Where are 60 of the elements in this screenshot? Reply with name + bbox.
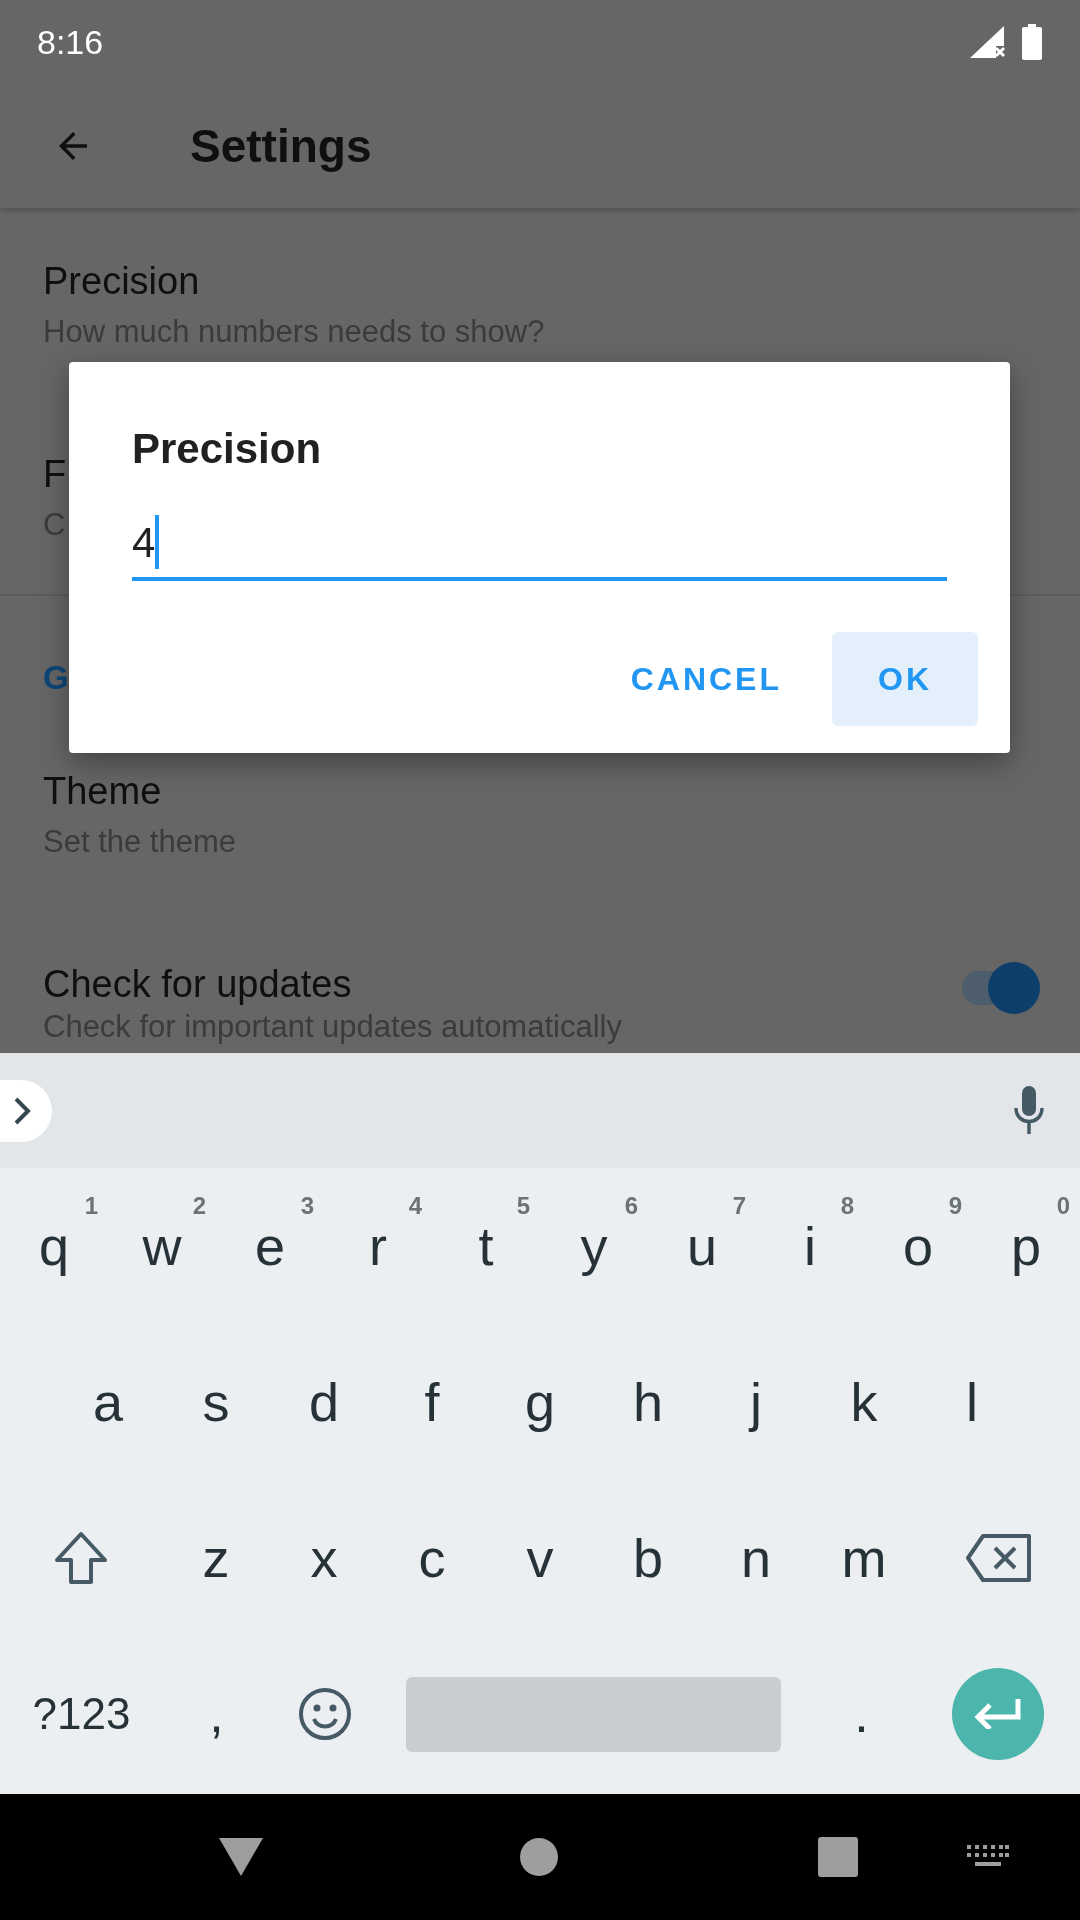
letter-key[interactable]: q 1 [0,1168,108,1324]
letter-key[interactable]: g [486,1324,594,1480]
signal-icon [970,26,1006,58]
text-cursor [155,515,160,569]
battery-icon [1022,24,1042,60]
setting-title: Theme [43,769,163,814]
letter-key[interactable]: s [162,1324,270,1480]
letter-key[interactable]: y 6 [540,1168,648,1324]
letter-key[interactable]: t 5 [432,1168,540,1324]
key-hint: 5 [516,1191,530,1221]
expand-button[interactable] [0,1079,52,1142]
status-time: 8:16 [37,21,104,63]
letter-key[interactable]: b [594,1480,702,1636]
key-hint: 8 [840,1191,854,1221]
key-hint: 1 [84,1191,98,1221]
key-hint: 2 [192,1191,206,1221]
letter-key[interactable]: k [810,1324,918,1480]
input-field[interactable]: 4 [132,507,947,581]
keyboard-icon[interactable] [967,1845,1009,1869]
key-hint: 4 [408,1191,422,1221]
symbols-key[interactable]: ?123 [0,1636,163,1792]
back-icon[interactable] [219,1838,263,1876]
letter-key[interactable]: v [486,1480,594,1636]
letter-key[interactable]: m [810,1480,918,1636]
letter-key[interactable]: u 7 [648,1168,756,1324]
letter-key[interactable]: c [378,1480,486,1636]
microphone-icon[interactable] [1012,1085,1046,1136]
comma-key[interactable]: , [162,1636,271,1792]
letter-key[interactable]: x [270,1480,378,1636]
setting-title: F [43,452,67,497]
letter-key[interactable]: l [918,1324,1026,1480]
setting-title: Check for updates [43,962,353,1007]
letter-key[interactable]: w 2 [108,1168,216,1324]
period-key[interactable]: . [807,1636,916,1792]
category-header: G [43,659,69,696]
key-hint: 6 [624,1191,638,1221]
letter-key[interactable]: z [162,1480,270,1636]
key-hint: 3 [300,1191,314,1221]
key-hint: 0 [1056,1191,1070,1221]
letter-key[interactable]: o 9 [864,1168,972,1324]
dialog-title: Precision [132,424,323,474]
letter-key[interactable]: n [702,1480,810,1636]
letter-key[interactable]: j [702,1324,810,1480]
letter-key[interactable]: e 3 [216,1168,324,1324]
setting-title: Precision [43,259,201,304]
letter-key[interactable]: r 4 [324,1168,432,1324]
key-hint: 7 [732,1191,746,1221]
letter-key[interactable]: p 0 [972,1168,1080,1324]
letter-key[interactable]: a [54,1324,162,1480]
screen-title: Settings [190,118,372,174]
backspace-icon [965,1533,1033,1583]
letter-key[interactable]: d [270,1324,378,1480]
letter-key[interactable]: h [594,1324,702,1480]
enter-icon [973,1699,1022,1729]
emoji-icon [297,1687,352,1741]
key-hint: 9 [948,1191,962,1221]
letter-key[interactable]: f [378,1324,486,1480]
letter-key[interactable]: i 8 [756,1168,864,1324]
home-icon[interactable] [520,1838,558,1876]
shift-icon [53,1530,109,1586]
